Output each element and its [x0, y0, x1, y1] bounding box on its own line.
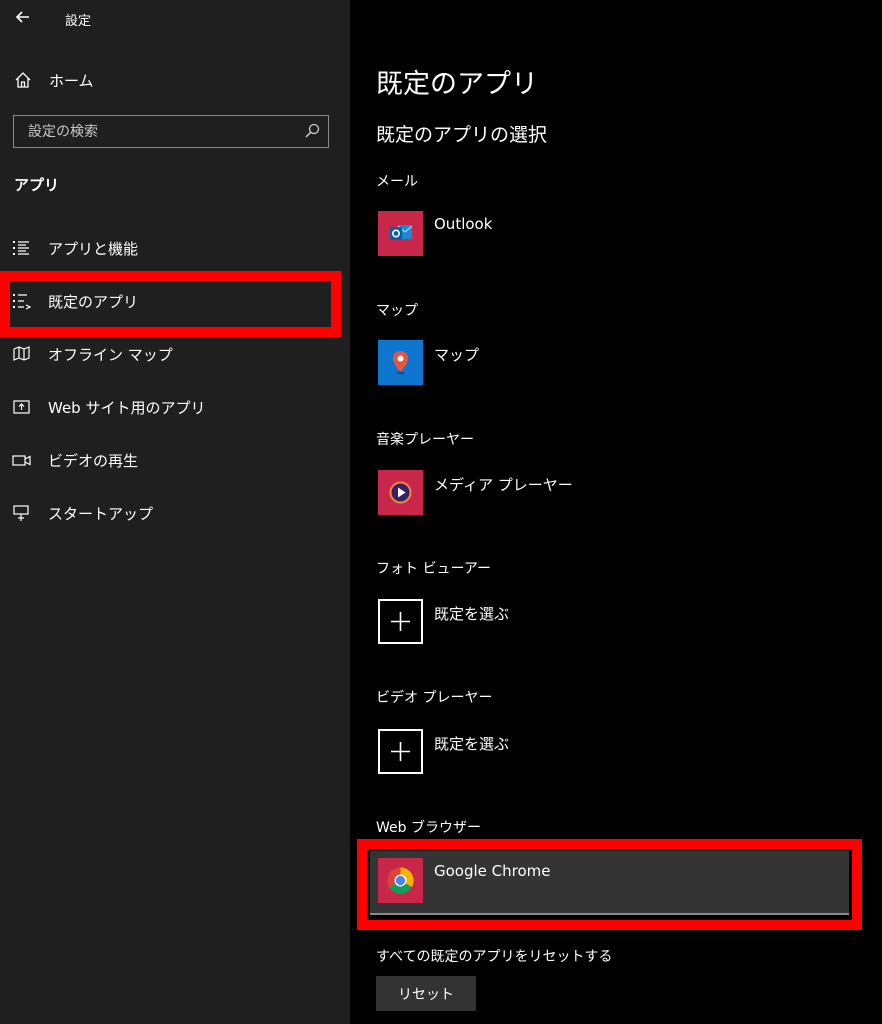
default-app-maps[interactable]: マップ — [374, 340, 834, 396]
home-label: ホーム — [49, 72, 94, 90]
section-title: アプリ — [14, 176, 60, 194]
sidebar-item-apps-features[interactable]: アプリと機能 — [0, 228, 350, 268]
back-arrow-icon — [15, 11, 29, 23]
sidebar-item-startup[interactable]: スタートアップ — [0, 493, 350, 533]
sidebar: 設定 ホーム アプリ アプリと機能 既定のアプリ オフライン マップ — [0, 0, 350, 1024]
sidebar-item-video-playback[interactable]: ビデオの再生 — [0, 440, 350, 480]
sidebar-item-label: Web サイト用のアプリ — [48, 399, 206, 417]
reset-description: すべての既定のアプリをリセットする — [376, 949, 613, 965]
category-label-video-player: ビデオ プレーヤー — [376, 690, 493, 706]
app-name: 既定を選ぶ — [434, 735, 510, 753]
home-nav[interactable]: ホーム — [14, 68, 334, 94]
sidebar-item-label: オフライン マップ — [48, 346, 173, 364]
sidebar-item-offline-maps[interactable]: オフライン マップ — [0, 334, 350, 374]
sidebar-item-label: スタートアップ — [48, 505, 154, 523]
search-icon[interactable] — [304, 123, 320, 139]
plus-icon — [378, 599, 423, 644]
maps-icon — [378, 340, 423, 385]
media-player-icon — [378, 470, 423, 515]
plus-icon — [378, 729, 423, 774]
sidebar-item-label: アプリと機能 — [48, 240, 139, 258]
home-icon — [15, 72, 31, 88]
app-name: 既定を選ぶ — [434, 605, 510, 623]
title-bar: 設定 — [0, 0, 350, 36]
reset-button[interactable]: リセット — [376, 976, 476, 1011]
category-label-web-browser: Web ブラウザー — [376, 820, 481, 836]
highlight-box — [0, 271, 341, 337]
default-app-video-player[interactable]: 既定を選ぶ — [374, 729, 834, 785]
category-label-mail: メール — [376, 174, 418, 190]
list-icon — [13, 241, 29, 255]
web-app-icon — [13, 400, 30, 414]
category-label-maps: マップ — [376, 303, 418, 319]
search-input[interactable] — [14, 116, 298, 147]
window-title: 設定 — [65, 14, 92, 29]
default-app-photo-viewer[interactable]: 既定を選ぶ — [374, 599, 834, 655]
app-name: メディア プレーヤー — [434, 476, 573, 494]
video-icon — [12, 455, 31, 466]
default-app-music-player[interactable]: メディア プレーヤー — [374, 470, 834, 526]
page-title: 既定のアプリ — [376, 69, 538, 100]
app-name: Outlook — [434, 215, 493, 233]
default-app-mail[interactable]: Outlook — [374, 211, 834, 267]
section-subtitle: 既定のアプリの選択 — [376, 124, 548, 146]
offline-map-icon — [13, 346, 30, 361]
outlook-icon — [378, 211, 423, 256]
category-label-music-player: 音楽プレーヤー — [376, 432, 474, 448]
sidebar-item-apps-for-websites[interactable]: Web サイト用のアプリ — [0, 387, 350, 427]
highlight-box — [357, 839, 862, 930]
category-label-photo-viewer: フォト ビューアー — [376, 561, 492, 577]
sidebar-item-label: ビデオの再生 — [48, 452, 139, 470]
app-name: マップ — [434, 346, 480, 364]
search-box — [13, 115, 329, 148]
back-button[interactable] — [12, 6, 34, 28]
startup-icon — [13, 505, 29, 521]
